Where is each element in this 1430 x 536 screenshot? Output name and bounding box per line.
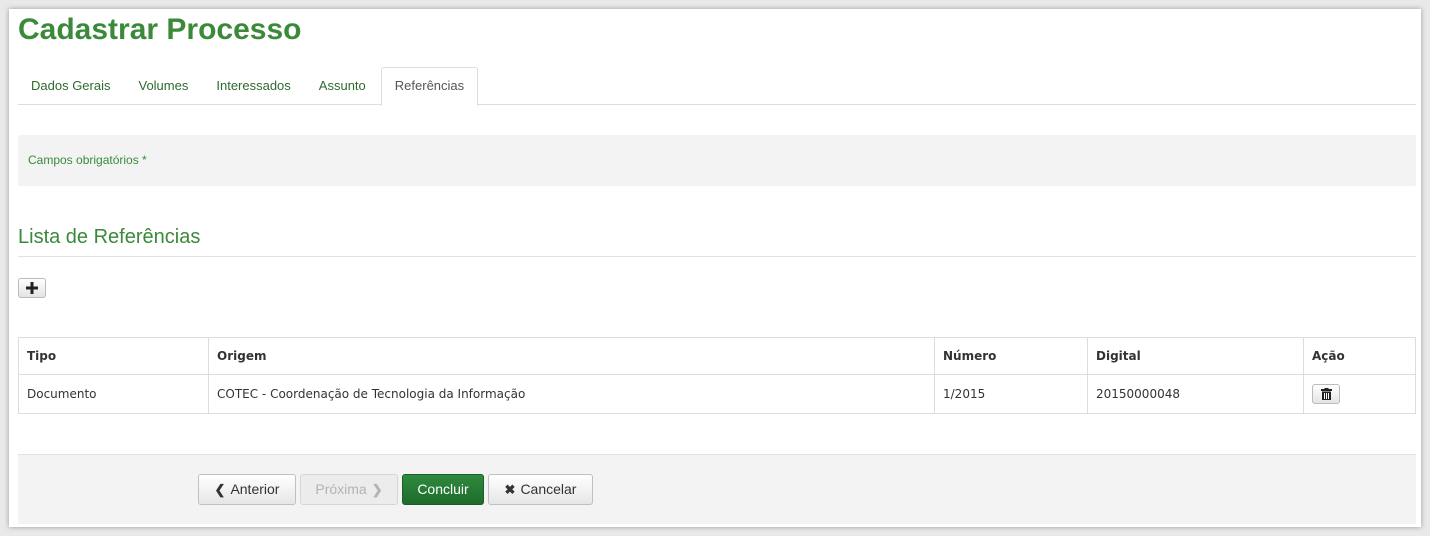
delete-reference-button[interactable] — [1312, 384, 1340, 404]
cancel-button[interactable]: ✖ Cancelar — [488, 474, 593, 505]
form-footer: ❮ Anterior Próxima ❯ Concluir ✖ Cancelar — [18, 454, 1416, 524]
tab-interessados[interactable]: Interessados — [203, 67, 303, 105]
cell-acao — [1303, 374, 1416, 414]
previous-label: Anterior — [230, 481, 280, 497]
main-panel: Cadastrar Processo Dados Gerais Volumes … — [9, 9, 1421, 527]
plus-icon — [26, 282, 38, 294]
add-reference-button[interactable] — [18, 278, 46, 298]
col-origem[interactable]: Origem — [208, 337, 935, 375]
tab-volumes[interactable]: Volumes — [125, 67, 201, 105]
cell-tipo: Documento — [18, 374, 209, 414]
table-row: Documento COTEC - Coordenação de Tecnolo… — [18, 374, 1416, 414]
tab-dados-gerais[interactable]: Dados Gerais — [18, 67, 123, 105]
col-acao: Ação — [1303, 337, 1416, 375]
cancel-label: Cancelar — [520, 481, 577, 497]
next-button[interactable]: Próxima ❯ — [300, 474, 398, 505]
page-title: Cadastrar Processo — [18, 13, 302, 46]
references-table: Tipo Origem Número Digital Ação Document… — [18, 337, 1416, 414]
tab-referencias[interactable]: Referências — [380, 67, 479, 106]
col-numero[interactable]: Número — [934, 337, 1088, 375]
cell-origem: COTEC - Coordenação de Tecnologia da Inf… — [208, 374, 935, 414]
chevron-right-icon: ❯ — [371, 482, 383, 497]
chevron-left-icon: ❮ — [214, 482, 226, 497]
finish-button[interactable]: Concluir — [402, 474, 484, 505]
cell-numero: 1/2015 — [934, 374, 1088, 414]
tab-bar: Dados Gerais Volumes Interessados Assunt… — [18, 67, 1416, 106]
tab-assunto[interactable]: Assunto — [306, 67, 379, 105]
col-digital[interactable]: Digital — [1087, 337, 1304, 375]
col-tipo[interactable]: Tipo — [18, 337, 209, 375]
previous-button[interactable]: ❮ Anterior — [198, 474, 296, 505]
trash-icon — [1320, 388, 1332, 400]
section-title: Lista de Referências — [18, 219, 1416, 257]
close-icon: ✖ — [504, 482, 516, 497]
table-header-row: Tipo Origem Número Digital Ação — [18, 337, 1416, 375]
required-fields-notice: Campos obrigatórios * — [18, 135, 1416, 186]
next-label: Próxima — [315, 481, 367, 497]
cell-digital: 20150000048 — [1087, 374, 1304, 414]
